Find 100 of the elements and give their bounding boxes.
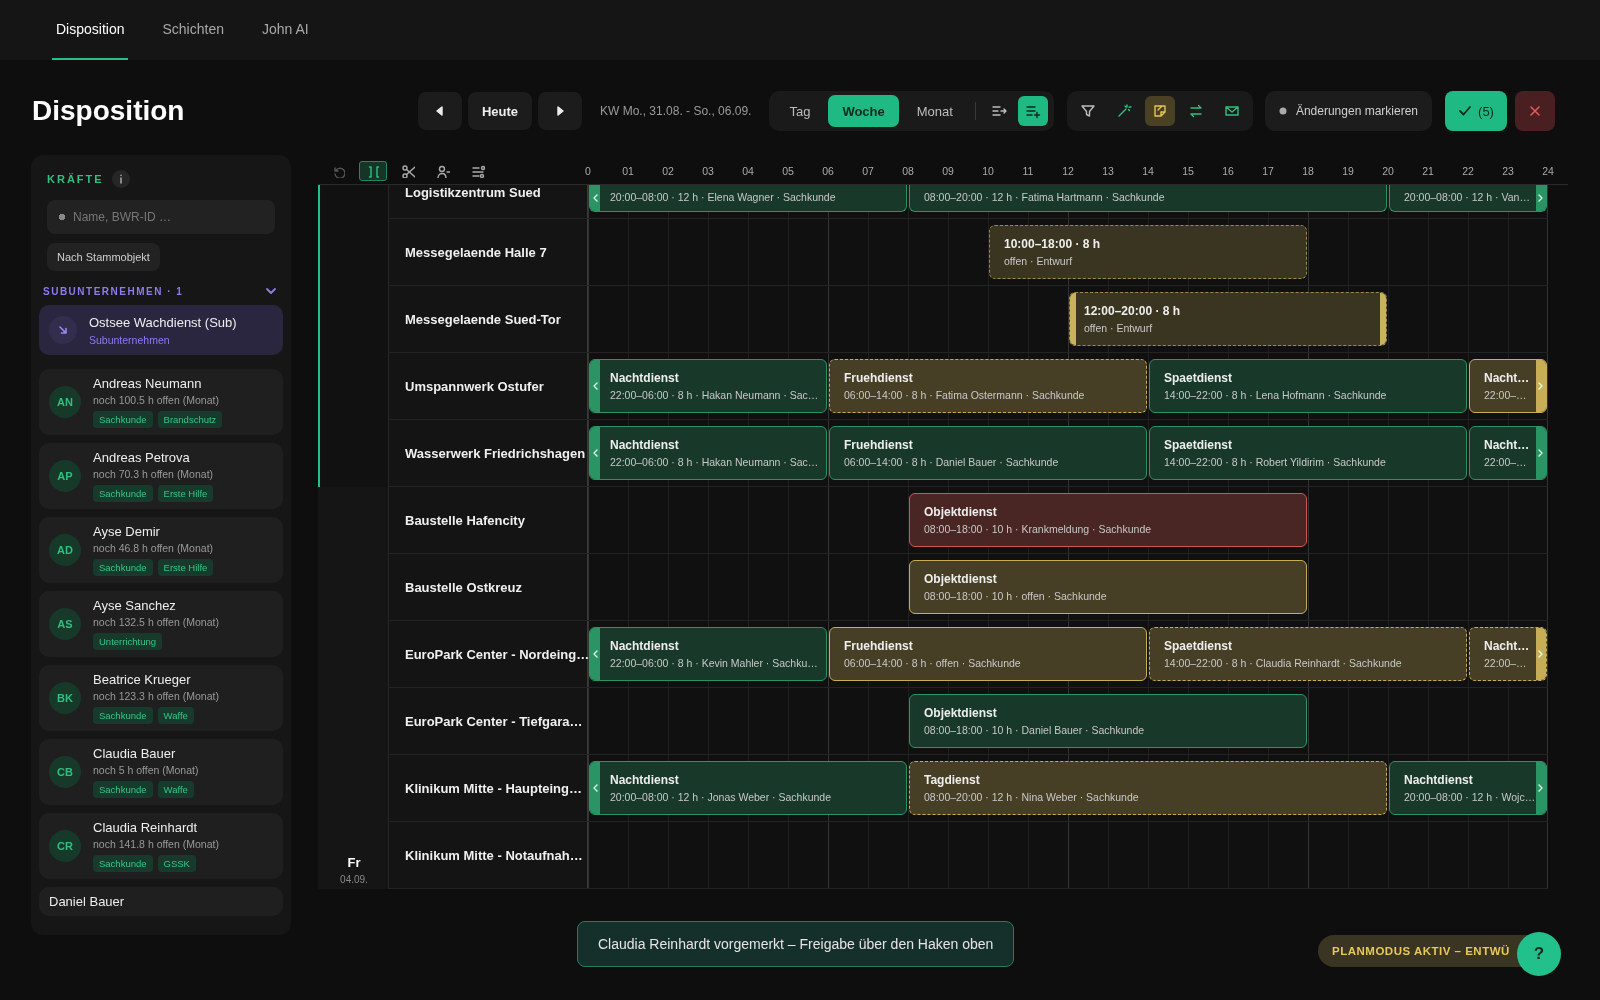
hours-remaining: noch 141.8 h offen (Monat) — [93, 838, 219, 850]
chevron-right-icon — [1538, 381, 1544, 391]
shift-bar[interactable]: Nachtdienst 20:00–08:00 · 12 h · Jonas Weber · Sachkunde — [589, 761, 907, 815]
section-heading: KRÄFTE — [47, 173, 104, 185]
staff-card[interactable]: AP Andreas Petrova noch 70.3 h offen (Monat) Sachkunde Erste Hilfe — [39, 443, 283, 509]
filter-icon — [1079, 103, 1096, 119]
object-name: Baustelle Ostkreuz — [405, 579, 523, 595]
mail-icon — [1223, 103, 1240, 119]
nav-tab[interactable]: Disposition — [52, 0, 129, 60]
shift-bar[interactable]: 20:00–08:00 · 12 h · Van… — [1389, 185, 1547, 212]
object-name: Klinikum Mitte - Haupteing… — [405, 780, 582, 796]
hour-label: 11 — [1022, 165, 1034, 177]
shift-bar[interactable]: 08:00–20:00 · 12 h · Fatima Hartmann · Sachkunde — [909, 185, 1387, 212]
today-button[interactable]: Heute — [467, 92, 532, 130]
confirm-button[interactable]: (5) — [1445, 91, 1507, 131]
qualification-tag: Waffe — [157, 707, 194, 724]
qualification-tag: Waffe — [157, 781, 194, 798]
shift-bar[interactable]: Nacht… 22:00–… — [1469, 359, 1547, 413]
hour-label: 0 — [585, 165, 591, 177]
nav-tab[interactable]: John AI — [257, 0, 313, 60]
help-button[interactable]: ? — [1517, 932, 1561, 976]
staff-name: Andreas Petrova — [93, 450, 191, 465]
search-field[interactable]: Name, BWR-ID … — [47, 200, 275, 234]
shift-bar[interactable]: Nacht… 22:00–… — [1469, 627, 1547, 681]
view-tab[interactable]: Woche — [828, 95, 899, 127]
hours-remaining: noch 70.3 h offen (Monat) — [93, 468, 214, 480]
qualification-tag: Sachkunde — [93, 855, 153, 872]
subcontractor-type: Subunternehmen — [89, 333, 171, 346]
shift-bar[interactable]: Spaetdienst 14:00–22:00 · 8 h · Lena Hofmann · Sachkunde — [1149, 359, 1467, 413]
staff-card[interactable]: AD Ayse Demir noch 46.8 h offen (Monat) Sachkunde Erste Hilfe — [39, 517, 283, 583]
shift-details: 08:00–20:00 · 12 h · Nina Weber · Sachkunde — [924, 791, 1140, 803]
staff-name: Ayse Demir — [93, 524, 161, 539]
shift-bar[interactable]: Nachtdienst 22:00–06:00 · 8 h · Kevin Mahler · Sachku… — [589, 627, 827, 681]
hour-label: 24 — [1542, 165, 1554, 177]
qualification-tag: Sachkunde — [93, 411, 153, 428]
hour-label: 16 — [1222, 165, 1234, 177]
qualification-tag: Brandschutz — [157, 411, 223, 428]
subcontractor-name: Ostsee Wachdienst (Sub) — [89, 314, 237, 330]
shift-bar[interactable]: Objektdienst 08:00–18:00 · 10 h · offen · Sachkunde — [909, 560, 1307, 614]
subcontractor-card[interactable]: Ostsee Wachdienst (Sub) Subunternehmen — [39, 305, 283, 355]
check-icon — [1458, 104, 1473, 118]
staff-card[interactable]: AS Ayse Sanchez noch 132.5 h offen (Monat) Unterrichtung — [39, 591, 283, 657]
mark-changes-button[interactable]: Änderungen markieren — [1264, 91, 1432, 131]
filter-chip[interactable]: Nach Stammobjekt — [47, 243, 160, 271]
chevron-down-icon[interactable] — [265, 285, 277, 297]
object-name: Baustelle Hafencity — [405, 512, 525, 528]
shift-title: Spaetdienst — [1164, 371, 1233, 385]
shift-bar[interactable]: Nachtdienst 22:00–06:00 · 8 h · Hakan Neumann · Sac… — [589, 426, 827, 480]
resize-handle[interactable] — [1380, 293, 1386, 345]
staff-card[interactable]: CR Claudia Reinhardt noch 141.8 h offen (Monat) Sachkunde GSSK — [39, 813, 283, 879]
shift-bar[interactable]: Spaetdienst 14:00–22:00 · 8 h · Claudia Reinhardt · Sachkunde — [1149, 627, 1467, 681]
undo-icon — [331, 164, 345, 178]
shift-title: 12:00–20:00 · 8 h — [1084, 304, 1182, 318]
hour-label: 08 — [902, 165, 914, 177]
next-button[interactable] — [538, 92, 582, 130]
shift-bar[interactable]: 12:00–20:00 · 8 h offen · Entwurf — [1069, 292, 1387, 346]
object-name: Messegelaende Halle 7 — [405, 244, 547, 260]
staff-card[interactable]: BK Beatrice Krueger noch 123.3 h offen (Monat) Sachkunde Waffe — [39, 665, 283, 731]
shift-bar[interactable]: Nachtdienst 22:00–06:00 · 8 h · Hakan Neumann · Sac… — [589, 359, 827, 413]
shift-bar[interactable]: Tagdienst 08:00–20:00 · 12 h · Nina Weber · Sachkunde — [909, 761, 1387, 815]
grid-tool-button[interactable] — [359, 161, 387, 181]
shift-bar[interactable]: Objektdienst 08:00–18:00 · 10 h · Krankmeldung · Sachkunde — [909, 493, 1307, 547]
shift-bar[interactable]: Objektdienst 08:00–18:00 · 10 h · Daniel Bauer · Sachkunde — [909, 694, 1307, 748]
shift-bar[interactable]: 20:00–08:00 · 12 h · Elena Wagner · Sachkunde — [589, 185, 907, 212]
scissors-icon — [401, 164, 415, 178]
close-icon — [1528, 104, 1542, 118]
nav-tab[interactable]: Schichten — [158, 0, 228, 60]
avatar: CB — [49, 756, 81, 788]
swap-icon — [1187, 103, 1204, 119]
view-tab[interactable]: Tag — [775, 95, 825, 127]
shift-bar[interactable]: 10:00–18:00 · 8 h offen · Entwurf — [989, 225, 1307, 279]
staff-card[interactable]: CB Claudia Bauer noch 5 h offen (Monat) Sachkunde Waffe — [39, 739, 283, 805]
shift-details: 14:00–22:00 · 8 h · Robert Yildirim · Sachkunde — [1164, 456, 1387, 468]
shift-details: 22:00–06:00 · 8 h · Hakan Neumann · Sac… — [610, 456, 818, 468]
view-tab[interactable]: Monat — [902, 95, 967, 127]
info-icon[interactable] — [111, 170, 130, 188]
shift-bar[interactable]: Fruehdienst 06:00–14:00 · 8 h · offen · Sachkunde — [829, 627, 1147, 681]
staff-card[interactable]: AN Andreas Neumann noch 100.5 h offen (Monat) Sachkunde Brandschutz — [39, 369, 283, 435]
hour-label: 12 — [1062, 165, 1074, 177]
cancel-button[interactable] — [1515, 91, 1555, 131]
hour-label: 10 — [982, 165, 994, 177]
shift-title: Nacht… — [1484, 371, 1531, 385]
shift-details: 08:00–20:00 · 12 h · Fatima Hartmann · Sachkunde — [924, 191, 1166, 203]
shift-bar[interactable]: Nacht… 22:00–… — [1469, 426, 1547, 480]
hour-label: 02 — [662, 165, 674, 177]
page-title: Disposition — [32, 95, 185, 127]
view-tool-button[interactable] — [1017, 96, 1048, 126]
resize-handle[interactable] — [1070, 293, 1076, 345]
shift-bar[interactable]: Nachtdienst 20:00–08:00 · 12 h · Wojc… — [1389, 761, 1547, 815]
staff-card[interactable]: Daniel Bauer — [39, 887, 283, 916]
tool-button[interactable] — [1144, 96, 1175, 126]
shift-bar[interactable]: Fruehdienst 06:00–14:00 · 8 h · Fatima Ostermann · Sachkunde — [829, 359, 1147, 413]
shift-details: 08:00–18:00 · 10 h · Daniel Bauer · Sachkunde — [924, 724, 1146, 736]
shift-bar[interactable]: Fruehdienst 06:00–14:00 · 8 h · Daniel Bauer · Sachkunde — [829, 426, 1147, 480]
shift-bar[interactable]: Spaetdienst 14:00–22:00 · 8 h · Robert Yildirim · Sachkunde — [1149, 426, 1467, 480]
arrow-down-right-icon — [57, 324, 69, 336]
shift-details: 14:00–22:00 · 8 h · Claudia Reinhardt · Sachkunde — [1164, 657, 1403, 669]
previous-button[interactable] — [417, 92, 462, 130]
shift-title: Fruehdienst — [844, 371, 914, 385]
object-name: Wasserwerk Friedrichshagen — [405, 445, 586, 461]
